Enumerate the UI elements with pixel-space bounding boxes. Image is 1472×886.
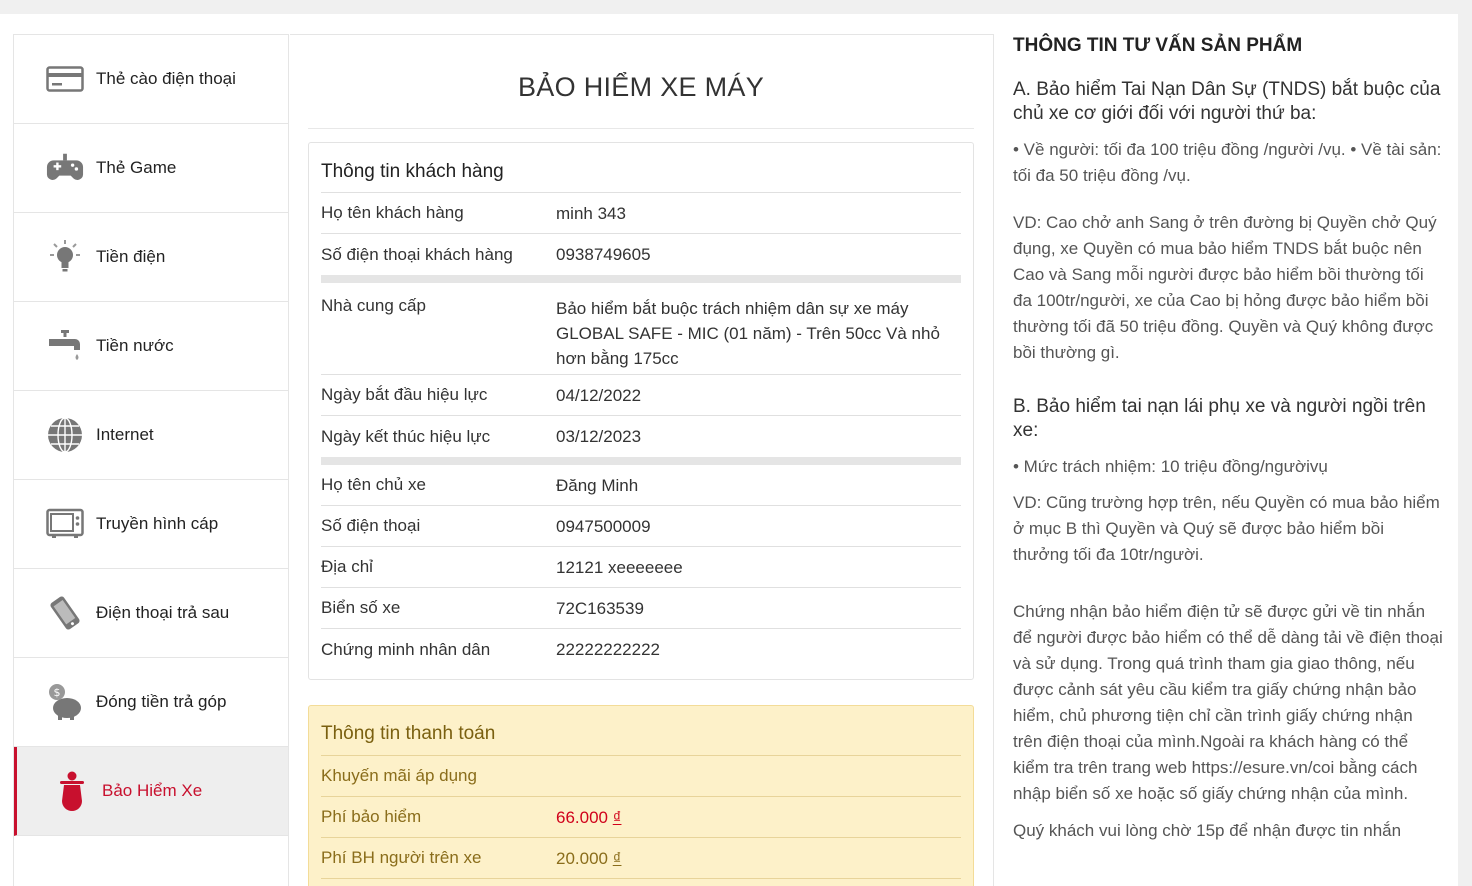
end-date-row: Ngày kết thúc hiệu lực 03/12/2023 <box>321 416 961 457</box>
insurance-fee-row: Phí bảo hiểm 66.000 ₫ <box>321 797 961 838</box>
product-info-title: THÔNG TIN TƯ VẤN SẢN PHẨM <box>1013 35 1303 56</box>
owner-name-row: Họ tên chủ xe Đăng Minh <box>321 465 961 506</box>
scooter-icon <box>53 771 91 811</box>
sidebar-item-postpaid[interactable]: Điện thoại trả sau <box>14 569 288 658</box>
payment-info-heading: Thông tin thanh toán <box>321 706 961 756</box>
page: Thẻ cào điện thoại Thẻ Game Tiền điện Ti… <box>0 14 1458 886</box>
insurance-fee-value: 66.000 ₫ <box>556 807 622 827</box>
start-date-value: 04/12/2022 <box>556 385 642 405</box>
payment-info-card: Thông tin thanh toán Khuyến mãi áp dụng … <box>308 705 974 886</box>
globe-icon <box>46 416 84 454</box>
customer-name-row: Họ tên khách hàng minh 343 <box>321 193 961 234</box>
field-label: Biển số xe <box>321 598 401 617</box>
passenger-fee-row: Phí BH người trên xe 20.000 ₫ <box>321 838 961 879</box>
section-divider <box>321 275 961 283</box>
plate-value: 72C163539 <box>556 598 644 618</box>
sidebar-item-installment[interactable]: $ Đóng tiền trả góp <box>14 658 288 747</box>
faucet-icon <box>46 327 84 365</box>
field-label: Chứng minh nhân dân <box>321 639 491 659</box>
field-label: Số điện thoại khách hàng <box>321 244 513 264</box>
customer-info-card: Thông tin khách hàng Họ tên khách hàng m… <box>308 142 974 680</box>
wait-note: Quý khách vui lòng chờ 15p để nhận được … <box>1013 821 1402 840</box>
piggy-bank-icon: $ <box>46 683 84 721</box>
sidebar-item-electricity[interactable]: Tiền điện <box>14 213 288 302</box>
owner-name-value: Đăng Minh <box>556 475 639 495</box>
sidebar-item-label: Đóng tiền trả góp <box>96 692 227 711</box>
customer-phone-value: 0938749605 <box>556 245 651 264</box>
id-number-row: Chứng minh nhân dân 22222222222 <box>321 629 961 670</box>
customer-info-heading: Thông tin khách hàng <box>321 143 961 193</box>
sidebar-item-label: Tiền nước <box>96 336 174 355</box>
sidebar: Thẻ cào điện thoại Thẻ Game Tiền điện Ti… <box>13 34 289 886</box>
end-date-value: 03/12/2023 <box>556 427 642 446</box>
sidebar-item-label: Thẻ Game <box>96 158 177 177</box>
plate-row: Biển số xe 72C163539 <box>321 588 961 629</box>
provider-row: Nhà cung cấp Bảo hiểm bắt buộc trách nhi… <box>321 283 961 375</box>
start-date-row: Ngày bắt đầu hiệu lực 04/12/2022 <box>321 375 961 416</box>
sidebar-item-internet[interactable]: Internet <box>14 391 288 480</box>
field-label: Phí bảo hiểm <box>321 807 422 826</box>
sidebar-item-label: Internet <box>96 425 154 444</box>
section-divider <box>321 457 961 465</box>
sidebar-item-water[interactable]: Tiền nước <box>14 302 288 391</box>
field-label: Họ tên khách hàng <box>321 203 464 222</box>
section-a-heading: A. Bảo hiểm Tai Nạn Dân Sự (TNDS) bắt bu… <box>1013 79 1441 124</box>
sidebar-item-vehicle-insurance[interactable]: Bảo Hiểm Xe <box>14 747 288 836</box>
field-label: Nhà cung cấp <box>321 296 426 315</box>
promo-row: Khuyến mãi áp dụng <box>321 756 961 797</box>
field-label: Địa chỉ <box>321 557 373 576</box>
section-a-bullets: • Về người: tối đa 100 triệu đồng /người… <box>1013 140 1442 185</box>
sidebar-item-phone-card[interactable]: Thẻ cào điện thoại <box>14 35 288 124</box>
customer-phone-row: Số điện thoại khách hàng 0938749605 <box>321 234 961 275</box>
main-content: BẢO HIỂM XE MÁY Thông tin khách hàng Họ … <box>290 34 994 886</box>
sidebar-item-label: Điện thoại trả sau <box>96 603 230 622</box>
section-b-bullet: • Mức trách nhiệm: 10 triệu đồng/ngườivụ <box>1013 457 1328 476</box>
product-info-panel: THÔNG TIN TƯ VẤN SẢN PHẨM A. Bảo hiểm Ta… <box>1013 34 1443 886</box>
sidebar-item-label: Bảo Hiểm Xe <box>102 781 203 800</box>
sidebar-item-label: Tiền điện <box>96 247 166 266</box>
phone-icon <box>46 594 84 632</box>
currency-symbol: ₫ <box>612 807 622 827</box>
address-value: 12121 xeeeeeee <box>556 557 683 577</box>
currency-symbol: ₫ <box>612 848 622 868</box>
sidebar-item-game-card[interactable]: Thẻ Game <box>14 124 288 213</box>
tv-icon <box>46 505 84 543</box>
field-label: Phí BH người trên xe <box>321 848 482 867</box>
field-label: Họ tên chủ xe <box>321 475 426 494</box>
field-label: Ngày kết thúc hiệu lực <box>321 426 491 446</box>
card-icon <box>46 60 84 98</box>
field-label: Khuyến mãi áp dụng <box>321 766 477 785</box>
id-number-value: 22222222222 <box>556 640 661 659</box>
gamepad-icon <box>46 149 84 187</box>
passenger-fee-value: 20.000 ₫ <box>556 848 622 868</box>
field-label: Số điện thoại <box>321 516 421 535</box>
field-label: Ngày bắt đầu hiệu lực <box>321 385 488 404</box>
address-row: Địa chỉ 12121 xeeeeeee <box>321 547 961 588</box>
provider-value: Bảo hiểm bắt buộc trách nhiệm dân sự xe … <box>556 299 940 368</box>
section-a-example: VD: Cao chở anh Sang ở trên đường bị Quy… <box>1013 213 1437 362</box>
page-title: BẢO HIỂM XE MÁY <box>308 35 974 129</box>
certificate-note: Chứng nhận bảo hiểm điện tử sẽ được gửi … <box>1013 602 1443 803</box>
sidebar-item-cable-tv[interactable]: Truyền hình cáp <box>14 480 288 569</box>
section-b-example: VD: Cũng trường hợp trên, nếu Quyền có m… <box>1013 493 1440 564</box>
customer-name-value: minh 343 <box>556 203 626 223</box>
owner-phone-row: Số điện thoại 0947500009 <box>321 506 961 547</box>
sidebar-item-label: Thẻ cào điện thoại <box>96 69 236 88</box>
owner-phone-value: 0947500009 <box>556 516 651 536</box>
section-b-heading: B. Bảo hiểm tai nạn lái phụ xe và người … <box>1013 396 1426 441</box>
lightbulb-icon <box>46 238 84 276</box>
sidebar-item-label: Truyền hình cáp <box>96 514 219 533</box>
svg-text:$: $ <box>54 686 61 699</box>
